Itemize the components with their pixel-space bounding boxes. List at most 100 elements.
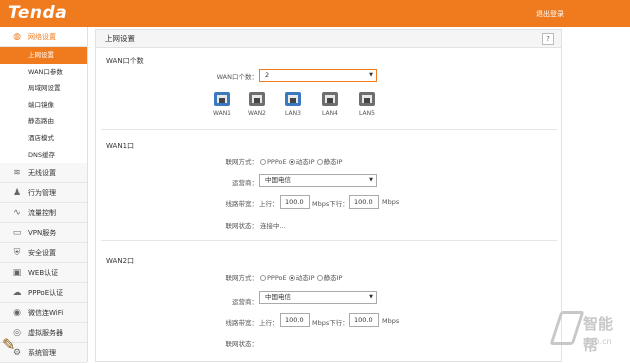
wan-count-select[interactable]: 2 ▼ (259, 69, 377, 82)
sidebar-item-vpn[interactable]: ▭ VPN服务 (0, 223, 87, 243)
wan-count-value: 2 (265, 71, 269, 79)
wan1-status-label: 联网状态： (196, 220, 258, 230)
sidebar-subitem-internet[interactable]: 上网设置 (0, 47, 87, 64)
watermark-logo-icon (549, 311, 584, 345)
port-lan3-icon (285, 92, 301, 106)
radio-label: 静态IP (324, 274, 343, 282)
wan1-isp-label: 运营商： (196, 177, 258, 187)
radio-label: PPPoE (267, 274, 287, 282)
sidebar-item-behavior[interactable]: ♟ 行为管理 (0, 183, 87, 203)
page-title: 上网设置 (96, 30, 561, 48)
wan1-bandwidth-label: 线路带宽： (196, 198, 258, 208)
wan2-bandwidth-label: 线路带宽： (196, 317, 258, 327)
wan2-up-input[interactable]: 100.0 (280, 313, 310, 327)
wan2-radio-static[interactable] (317, 275, 323, 281)
sidebar-item-pppoe-auth[interactable]: ☁ PPPoE认证 (0, 283, 87, 303)
wan1-status-value: 连接中... (260, 220, 286, 230)
wan2-section-title: WAN2口 (106, 256, 134, 266)
port-wan1-icon (214, 92, 230, 106)
wan1-radio-dhcp[interactable] (289, 159, 295, 165)
chart-icon: ∿ (12, 208, 22, 218)
wan2-down-input[interactable]: 100.0 (349, 313, 379, 327)
sidebar-item-web-auth[interactable]: ▣ WEB认证 (0, 263, 87, 283)
wan1-mode-label: 联网方式： (196, 156, 258, 166)
port-lan4-icon (322, 92, 338, 106)
wan2-mode-radios: PPPoE 动态IP 静态IP (260, 272, 342, 282)
wechat-icon: ◉ (12, 308, 22, 318)
sidebar-item-label: 系统管理 (28, 349, 56, 357)
sidebar-item-security[interactable]: ⛨ 安全设置 (0, 243, 87, 263)
wan2-up-label: 上行： (259, 317, 279, 327)
sidebar-subitem-dns-cache[interactable]: DNS缓存 (0, 147, 87, 164)
port-label-lan5: LAN5 (352, 110, 382, 117)
port-label-wan2: WAN2 (242, 110, 272, 117)
tenda-logo: Tenda (8, 3, 67, 23)
wan2-mode-label: 联网方式： (196, 272, 258, 282)
sidebar-subitem-static-route[interactable]: 静态路由 (0, 113, 87, 130)
wan2-radio-pppoe[interactable] (260, 275, 266, 281)
divider (101, 129, 557, 130)
wan1-down-input[interactable]: 100.0 (349, 195, 379, 209)
wan2-radio-dhcp[interactable] (289, 275, 295, 281)
sidebar-item-label: PPPoE认证 (28, 289, 63, 297)
wan-count-section-title: WAN口个数 (106, 56, 144, 66)
sidebar-subitem-port-mirror[interactable]: 端口镜像 (0, 97, 87, 114)
wan2-down-unit: Mbps (382, 317, 399, 325)
wan2-isp-select[interactable]: 中国电信 ▼ (259, 291, 377, 304)
radio-label: 静态IP (324, 158, 343, 166)
help-button[interactable]: ? (542, 33, 554, 45)
cloud-icon: ☁ (12, 288, 22, 298)
wan1-down-label: Mbps下行： (312, 198, 349, 208)
wan1-radio-static[interactable] (317, 159, 323, 165)
wan-count-label: WAN口个数： (196, 71, 258, 81)
radio-label: PPPoE (267, 158, 287, 166)
sidebar: ◍ 网络设置 上网设置 WAN口参数 局域网设置 端口镜像 静态路由 酒店模式 … (0, 27, 88, 362)
logout-link[interactable]: 退出登录 (536, 9, 564, 19)
sidebar-subitem-wan-params[interactable]: WAN口参数 (0, 64, 87, 81)
radio-label: 动态IP (296, 274, 315, 282)
wan1-isp-select[interactable]: 中国电信 ▼ (259, 174, 377, 187)
sidebar-item-label: 微信连WiFi (28, 309, 63, 317)
port-wan2-icon (249, 92, 265, 106)
sidebar-item-wireless[interactable]: ≋ 无线设置 (0, 163, 87, 183)
sidebar-item-label: VPN服务 (28, 229, 56, 237)
sidebar-submenu: 上网设置 WAN口参数 局域网设置 端口镜像 静态路由 酒店模式 DNS缓存 (0, 47, 87, 163)
sidebar-item-wechat-wifi[interactable]: ◉ 微信连WiFi (0, 303, 87, 323)
sidebar-item-label: 虚拟服务器 (28, 329, 63, 337)
user-icon: ♟ (12, 188, 22, 198)
shield-icon: ⛨ (12, 248, 22, 258)
main-panel: 上网设置 ? WAN口个数 WAN口个数： 2 ▼ WAN1 WAN2 LAN3… (95, 29, 562, 362)
sidebar-item-network[interactable]: ◍ 网络设置 (0, 27, 87, 47)
port-lan5-icon (359, 92, 375, 106)
chevron-down-icon: ▼ (369, 70, 373, 81)
wan2-down-label: Mbps下行： (312, 317, 349, 327)
lock-icon: ▣ (12, 268, 22, 278)
chevron-down-icon: ▼ (369, 292, 373, 303)
wan1-isp-value: 中国电信 (265, 176, 291, 184)
port-label-lan3: LAN3 (278, 110, 308, 117)
port-label-wan1: WAN1 (207, 110, 237, 117)
chevron-down-icon: ▼ (369, 175, 373, 186)
sidebar-subitem-hotel-mode[interactable]: 酒店模式 (0, 130, 87, 147)
wan1-section-title: WAN1口 (106, 141, 134, 151)
sidebar-item-label: WEB认证 (28, 269, 58, 277)
wan1-up-input[interactable]: 100.0 (280, 195, 310, 209)
wan1-down-unit: Mbps (382, 198, 399, 206)
globe-icon: ◍ (12, 32, 22, 42)
watermark: 智能帮 iznb.cn (555, 311, 625, 356)
divider (101, 240, 557, 241)
watermark-text: 智能帮 (583, 313, 625, 355)
wan1-radio-pppoe[interactable] (260, 159, 266, 165)
vpn-icon: ▭ (12, 228, 22, 238)
sidebar-item-label: 行为管理 (28, 189, 56, 197)
watermark-url: iznb.cn (583, 337, 612, 346)
sidebar-item-label: 网络设置 (28, 33, 56, 41)
wifi-icon: ≋ (12, 168, 22, 178)
corner-emblem-icon: ✎ (2, 335, 28, 359)
wan2-isp-value: 中国电信 (265, 293, 291, 301)
wan1-up-label: 上行： (259, 198, 279, 208)
sidebar-item-traffic[interactable]: ∿ 流量控制 (0, 203, 87, 223)
sidebar-item-label: 流量控制 (28, 209, 56, 217)
sidebar-subitem-lan[interactable]: 局域网设置 (0, 80, 87, 97)
sidebar-item-label: 安全设置 (28, 249, 56, 257)
